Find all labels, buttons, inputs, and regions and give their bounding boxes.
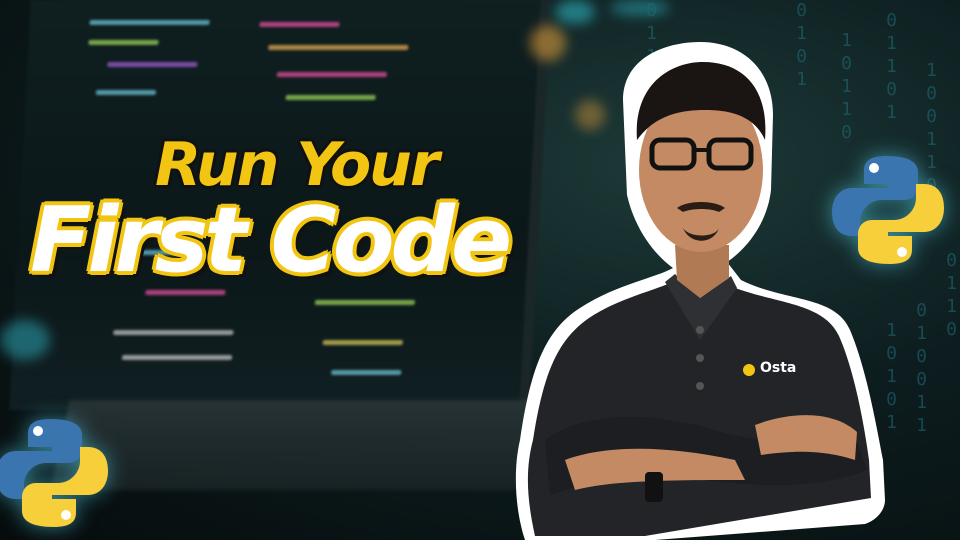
binary-digits-decoration: 010011	[911, 300, 932, 438]
python-logo-icon	[832, 156, 944, 264]
bokeh-light	[0, 320, 50, 360]
presenter-photo: Osta	[505, 40, 895, 540]
bokeh-light	[555, 0, 595, 24]
thumbnail: 0110010 0101 10110 01101 100110 010011 1…	[0, 0, 960, 540]
python-logo-icon	[0, 419, 108, 527]
presenter-figure	[515, 42, 885, 540]
headline-line-2: First Code	[30, 188, 512, 293]
shirt-logo-text: Osta	[760, 360, 797, 376]
